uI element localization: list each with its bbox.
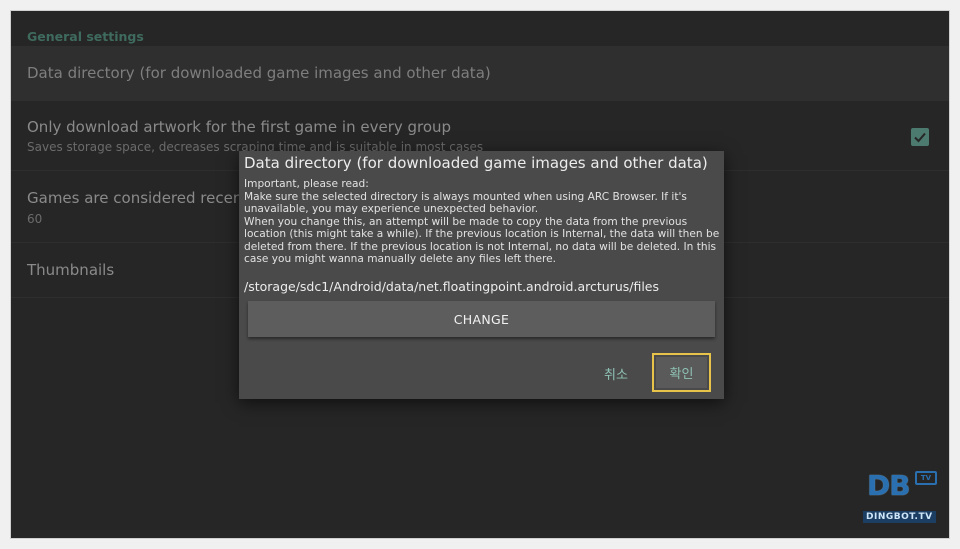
settings-screen: General settings Data directory (for dow… xyxy=(10,10,950,539)
pref-title: Only download artwork for the first game… xyxy=(27,118,452,136)
dialog-message-line: Important, please read: xyxy=(244,178,369,190)
ok-button-label: 확인 xyxy=(656,357,707,388)
watermark-db: DB xyxy=(867,469,911,502)
data-directory-dialog: Data directory (for downloaded game imag… xyxy=(239,151,724,399)
current-path: /storage/sdc1/Android/data/net.floatingp… xyxy=(244,279,660,294)
artwork-checkbox[interactable] xyxy=(911,128,929,146)
watermark-logo: DB TV DINGBOT.TV xyxy=(863,469,943,529)
dialog-title: Data directory (for downloaded game imag… xyxy=(244,154,708,172)
dialog-message: Important, please read: Make sure the se… xyxy=(244,178,722,266)
watermark-text: DINGBOT.TV xyxy=(863,511,936,523)
section-header-general: General settings xyxy=(27,29,144,44)
pref-title: Data directory (for downloaded game imag… xyxy=(27,64,491,82)
pref-summary: 60 xyxy=(27,212,43,226)
pref-title: Thumbnails xyxy=(27,261,115,279)
pref-title: Games are considered recently xyxy=(27,189,262,207)
ok-button[interactable]: 확인 xyxy=(652,353,711,392)
tv-icon: TV xyxy=(915,471,937,485)
pref-data-directory[interactable]: Data directory (for downloaded game imag… xyxy=(11,46,949,101)
check-icon xyxy=(914,132,926,143)
dialog-message-line: Make sure the selected directory is alwa… xyxy=(244,190,687,216)
dialog-message-line: When you change this, an attempt will be… xyxy=(244,215,720,266)
change-button[interactable]: CHANGE xyxy=(248,301,715,337)
cancel-button[interactable]: 취소 xyxy=(591,359,641,387)
